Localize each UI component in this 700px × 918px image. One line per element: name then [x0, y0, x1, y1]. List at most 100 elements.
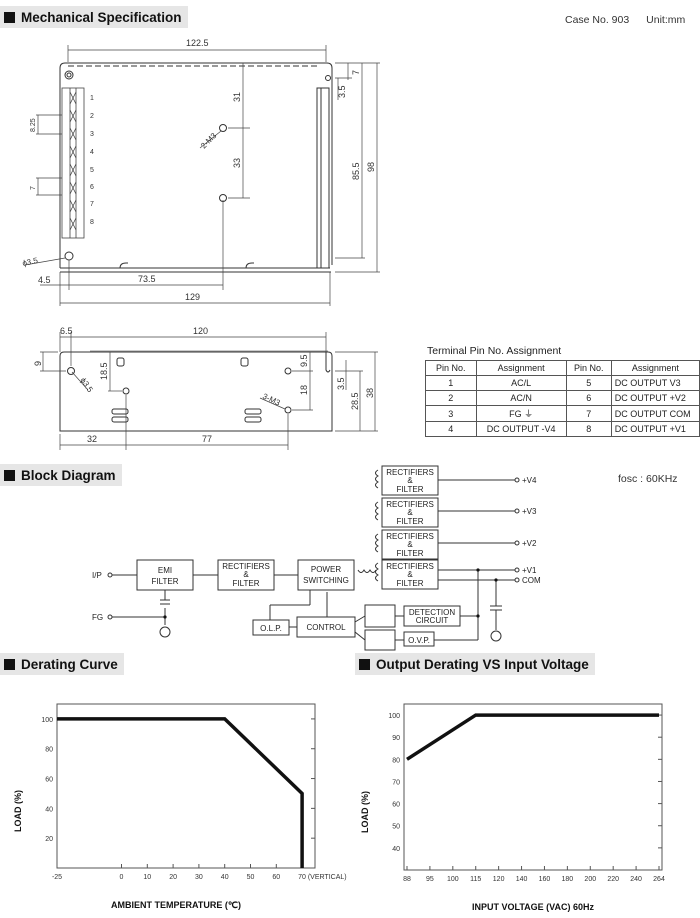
terminal-x-mark	[69, 109, 77, 123]
x-tick-label: 88	[403, 876, 411, 883]
terminal-x-mark	[69, 199, 77, 213]
dim-label: 122.5	[186, 38, 209, 48]
case-number: Case No. 903	[565, 14, 630, 26]
table-row: 4 DC OUTPUT -V4 8 DC OUTPUT +V1	[425, 421, 700, 437]
block-label: &	[407, 476, 413, 485]
input-voltage-derating-chart: 88 95 100 115 120 140 160 180 200 220 240 264 40 50 60…	[360, 703, 665, 912]
table-cell: FG ⏚	[475, 405, 567, 422]
plot-frame	[56, 703, 316, 869]
pin-label: 4	[90, 149, 94, 156]
block-label: FILTER	[397, 485, 424, 494]
pin-label: 3	[90, 131, 94, 138]
x-tick-label: 40	[221, 874, 229, 881]
x-tick-label: 100	[447, 876, 459, 883]
block-label: &	[407, 508, 413, 517]
dim-label: 8.25	[30, 118, 37, 132]
table-cell: AC/L	[475, 375, 567, 391]
pin-label: 5	[90, 167, 94, 174]
derating-chart: -25 0 10 20 30 40 50 60 70 (VERTICAL) 20 40 60 80 100…	[13, 703, 347, 910]
table-cell: DC OUTPUT -V4	[475, 421, 567, 437]
output-label: +V3	[522, 507, 537, 516]
chassis-outline	[59, 62, 333, 265]
x-tick-label: 95	[426, 876, 434, 883]
terminal-x-mark	[69, 163, 77, 177]
section-title: Output Derating VS Input Voltage	[376, 656, 589, 672]
table-cell: 8	[565, 421, 612, 437]
dim-label: 77	[202, 434, 212, 444]
bullet-square-icon	[359, 658, 370, 670]
dim-label: 2-M3	[199, 131, 219, 151]
dim-label: 3-M3	[261, 392, 282, 408]
section-header-mechanical: Mechanical Specification	[0, 6, 188, 28]
dim-label: 18	[299, 385, 309, 395]
y-tick-label: 20	[45, 836, 53, 843]
pin-label: 7	[90, 201, 94, 208]
terminal-x-mark	[69, 217, 77, 231]
dim-label: 33	[232, 158, 242, 168]
dim-label: 3.5	[336, 377, 346, 390]
x-tick-label: 240	[630, 876, 642, 883]
bullet-square-icon	[4, 658, 15, 670]
y-axis-label: LOAD (%)	[13, 790, 23, 832]
x-tick-label: 60	[272, 874, 280, 881]
block-label: SWITCHING	[303, 576, 349, 585]
x-tick-label: 10	[143, 874, 151, 881]
pin-assignment-table: Pin No. Assignment Pin No. Assignment 1A…	[425, 360, 700, 437]
y-tick-label: 70	[392, 779, 400, 786]
x-axis-label: INPUT VOLTAGE (VAC) 60Hz	[472, 902, 595, 912]
dim-label: ϕ3.5	[22, 256, 40, 268]
block-label: FILTER	[152, 577, 179, 586]
dim-label: 18.5	[99, 362, 109, 380]
block-label: &	[407, 570, 413, 579]
table-cell: 7	[565, 405, 612, 422]
table-cell: 4	[425, 421, 477, 437]
block-label: &	[407, 540, 413, 549]
table-cell: AC/N	[475, 390, 567, 406]
table-cell: DC OUTPUT +V2	[610, 390, 700, 406]
table-cell: 3	[425, 405, 477, 422]
input-label: I/P	[92, 571, 102, 580]
pin-label: 2	[90, 113, 94, 120]
dim-label: 9.5	[299, 354, 309, 367]
dim-label: 98	[366, 162, 376, 172]
transformer-secondary-icon	[375, 469, 379, 582]
terminal-block	[61, 87, 85, 239]
output-label: +V4	[522, 476, 537, 485]
y-tick-label: 40	[45, 806, 53, 813]
y-tick-label: 50	[392, 824, 400, 831]
x-tick-label: 160	[539, 876, 551, 883]
table-cell: DC OUTPUT +V1	[610, 421, 700, 437]
heatsink-bar	[316, 87, 330, 269]
x-tick-label: 120	[493, 876, 505, 883]
block-label: FILTER	[397, 517, 424, 526]
case-info: Case No. 903 Unit:mm	[565, 14, 699, 26]
table-row: 1 AC/L 5 DC OUTPUT V3	[425, 375, 700, 391]
dim-label: 31	[232, 92, 242, 102]
y-tick-label: 80	[45, 747, 53, 754]
pin-label: 8	[90, 219, 94, 226]
dim-label: 6.5	[60, 326, 73, 336]
terminal-x-mark	[69, 181, 77, 195]
y-tick-label: 40	[392, 846, 400, 853]
table-cell: 1	[425, 375, 477, 391]
plot-frame	[403, 703, 663, 871]
x-tick-label: 220	[607, 876, 619, 883]
x-tick-label: 50	[247, 874, 255, 881]
y-tick-label: 90	[392, 735, 400, 742]
pin-label: 1	[90, 95, 94, 102]
block-label: CONTROL	[306, 623, 346, 632]
dim-label: ϕ3.5	[78, 376, 95, 394]
dim-label: 9	[33, 361, 43, 366]
dim-label: 28.5	[350, 392, 360, 410]
table-cell: 2	[425, 390, 477, 406]
dim-label: 85.5	[351, 162, 361, 180]
table-cell: 5	[565, 375, 612, 391]
dim-label: 3.5	[337, 85, 347, 98]
side-view-drawing: 6.5 120 9 18.5 9.5 18 3.5 28.5 38 32 77 …	[33, 326, 378, 450]
derating-line	[57, 717, 304, 868]
section-header-derating: Derating Curve	[0, 653, 124, 675]
derating-line	[406, 713, 659, 761]
block-label: EMI	[158, 566, 172, 575]
table-cell: DC OUTPUT COM	[610, 405, 700, 422]
block-label: FILTER	[397, 549, 424, 558]
